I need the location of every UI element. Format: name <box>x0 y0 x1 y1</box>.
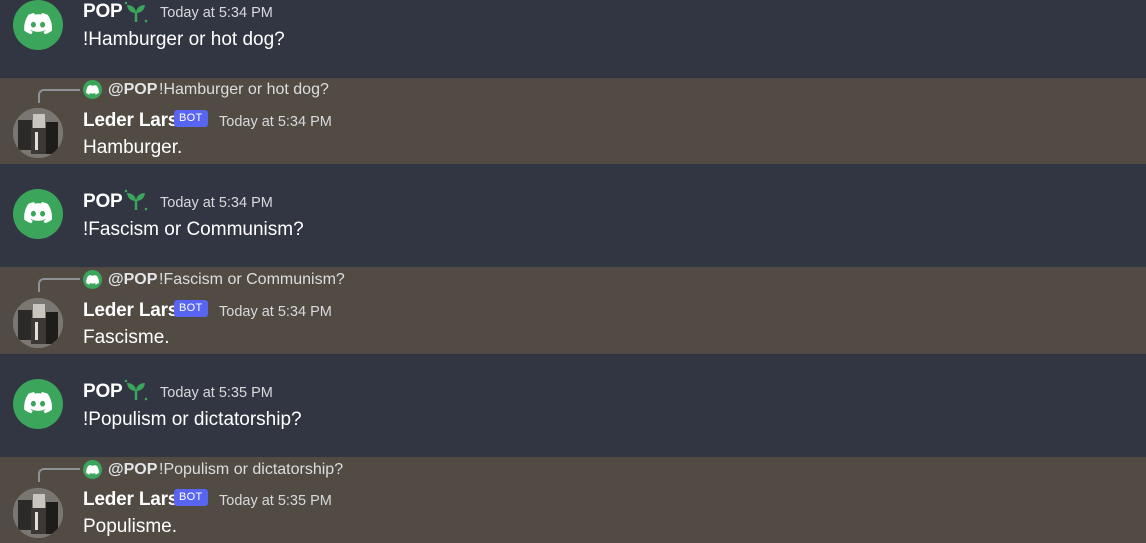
message-row-pop-1: POP Today at 5:34 PM !Hamburger or hot d… <box>0 0 1146 78</box>
discord-logo-icon[interactable] <box>13 0 63 50</box>
sprout-icon <box>124 189 148 211</box>
bot-badge: BOT <box>174 110 208 127</box>
message-content: !Hamburger or hot dog? <box>83 29 285 50</box>
bot-avatar[interactable] <box>13 108 63 158</box>
bot-avatar[interactable] <box>13 488 63 538</box>
timestamp[interactable]: Today at 5:34 PM <box>160 5 273 21</box>
reply-avatar-icon[interactable] <box>83 80 102 99</box>
bot-avatar[interactable] <box>13 298 63 348</box>
message-content: !Populism or dictatorship? <box>83 409 302 430</box>
message-row-bot-2: @POP !Fascism or Communism? Leder Lars B… <box>0 267 1146 354</box>
reply-connector <box>38 278 80 292</box>
message-row-pop-2: POP Today at 5:34 PM !Fascism or Communi… <box>0 164 1146 267</box>
timestamp[interactable]: Today at 5:35 PM <box>160 385 273 401</box>
message-content: Fascisme. <box>83 327 170 348</box>
author-name[interactable]: POP <box>83 191 123 213</box>
sprout-icon <box>124 379 148 401</box>
reply-author[interactable]: @POP <box>108 81 157 99</box>
reply-avatar-icon[interactable] <box>83 460 102 479</box>
message-content: Populisme. <box>83 516 177 537</box>
author-name[interactable]: Leder Lars <box>83 489 178 511</box>
reply-avatar-icon[interactable] <box>83 270 102 289</box>
message-content: Hamburger. <box>83 137 183 158</box>
reply-author[interactable]: @POP <box>108 461 157 479</box>
discord-logo-icon[interactable] <box>13 379 63 429</box>
author-name[interactable]: POP <box>83 1 123 23</box>
timestamp[interactable]: Today at 5:34 PM <box>219 304 332 320</box>
message-content: !Fascism or Communism? <box>83 219 304 240</box>
timestamp[interactable]: Today at 5:34 PM <box>219 114 332 130</box>
reply-author[interactable]: @POP <box>108 271 157 289</box>
sprout-icon <box>124 1 148 23</box>
message-row-bot-3: @POP !Populism or dictatorship? Leder La… <box>0 457 1146 543</box>
bot-badge: BOT <box>174 489 208 506</box>
author-name[interactable]: Leder Lars <box>83 110 178 132</box>
timestamp[interactable]: Today at 5:34 PM <box>160 195 273 211</box>
author-name[interactable]: POP <box>83 381 123 403</box>
message-row-bot-1: @POP !Hamburger or hot dog? Leder Lars B… <box>0 78 1146 164</box>
message-row-pop-3: POP Today at 5:35 PM !Populism or dictat… <box>0 354 1146 457</box>
reply-preview[interactable]: !Hamburger or hot dog? <box>159 81 329 99</box>
reply-preview[interactable]: !Fascism or Communism? <box>159 271 345 289</box>
author-name[interactable]: Leder Lars <box>83 300 178 322</box>
bot-badge: BOT <box>174 300 208 317</box>
reply-preview[interactable]: !Populism or dictatorship? <box>159 461 343 479</box>
discord-logo-icon[interactable] <box>13 189 63 239</box>
reply-connector <box>38 468 80 482</box>
timestamp[interactable]: Today at 5:35 PM <box>219 493 332 509</box>
reply-connector <box>38 89 80 103</box>
